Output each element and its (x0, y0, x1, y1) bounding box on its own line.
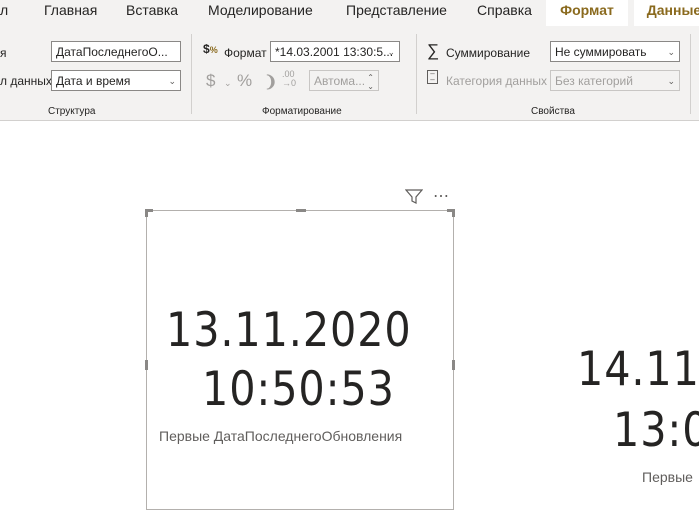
name-field[interactable]: ДатаПоследнегоО... (51, 41, 181, 62)
divider (191, 34, 192, 114)
structure-group-label: Структура (48, 106, 96, 117)
card-date-value: 13.11.2020 (166, 303, 412, 358)
tab-file[interactable]: л (0, 0, 8, 26)
format-select[interactable]: *14.03.2001 13:30:5... ⌄ (270, 41, 400, 62)
tab-view[interactable]: Представление (346, 0, 447, 26)
chevron-down-icon: ⌄ (667, 47, 675, 57)
summarize-label: Суммирование (446, 46, 530, 60)
card2-caption: Первые (642, 469, 693, 485)
tab-insert[interactable]: Вставка (126, 0, 178, 26)
summarize-value: Не суммировать (555, 45, 647, 59)
more-options-icon[interactable]: ⋯ (433, 186, 450, 206)
spinner-icon: ⌃ ⌄ (367, 73, 374, 91)
data-category-icon: – – (427, 70, 438, 84)
resize-handle[interactable] (145, 209, 148, 217)
decimal-places-value: Автома... (314, 74, 366, 88)
data-type-value: Дата и время (56, 74, 131, 88)
formatting-group-label: Форматирование (262, 106, 342, 117)
resize-handle[interactable] (296, 209, 306, 212)
comma-style-icon[interactable]: ❩ (264, 72, 277, 92)
ribbon-panel: я ДатаПоследнегоО... л данных Дата и вре… (0, 26, 699, 121)
name-value: ДатаПоследнегоО... (56, 45, 168, 59)
properties-group-label: Свойства (531, 106, 575, 117)
chevron-down-icon: ⌄ (387, 47, 395, 57)
card-caption: Первые ДатаПоследнегоОбновления (159, 428, 403, 444)
percent-icon[interactable]: % (237, 71, 252, 91)
divider (690, 34, 691, 114)
category-label: Категория данных (446, 74, 547, 88)
format-value: *14.03.2001 13:30:5... (275, 45, 394, 59)
data-type-select[interactable]: Дата и время ⌄ (51, 70, 181, 91)
resize-handle[interactable] (145, 360, 148, 370)
divider (416, 34, 417, 114)
format-label: Формат (224, 46, 267, 60)
card2-time-value: 13:0 (613, 403, 699, 458)
category-select[interactable]: Без категорий ⌄ (550, 70, 680, 91)
tab-help[interactable]: Справка (477, 0, 532, 26)
currency-icon[interactable]: $ (206, 71, 215, 91)
summarize-select[interactable]: Не суммировать ⌄ (550, 41, 680, 62)
resize-handle[interactable] (452, 360, 455, 370)
format-icon: $% (203, 42, 218, 56)
tab-data[interactable]: Данные (634, 0, 699, 26)
tab-format[interactable]: Формат (546, 0, 628, 26)
data-type-label: л данных (0, 74, 52, 88)
sigma-icon: ∑ (427, 41, 440, 60)
ribbon-tabs: л Главная Вставка Моделирование Представ… (0, 0, 699, 26)
card2-date-value: 14.11 (577, 342, 699, 397)
decimal-places-icon[interactable]: .00 →0 (282, 70, 296, 88)
tab-home[interactable]: Главная (44, 0, 97, 26)
chevron-down-icon: ⌄ (168, 76, 176, 86)
name-label: я (0, 46, 7, 60)
chevron-down-icon: ⌄ (667, 76, 675, 86)
filter-icon[interactable] (404, 189, 424, 205)
card-time-value: 10:50:53 (202, 362, 395, 417)
tab-modeling[interactable]: Моделирование (208, 0, 313, 26)
card-visual[interactable]: 13.11.2020 10:50:53 Первые ДатаПоследнег… (145, 209, 455, 510)
resize-handle[interactable] (452, 209, 455, 217)
category-value: Без категорий (555, 74, 633, 88)
chevron-down-icon: ⌄ (224, 78, 232, 88)
decimal-places-input[interactable]: Автома... ⌃ ⌄ (309, 70, 379, 91)
